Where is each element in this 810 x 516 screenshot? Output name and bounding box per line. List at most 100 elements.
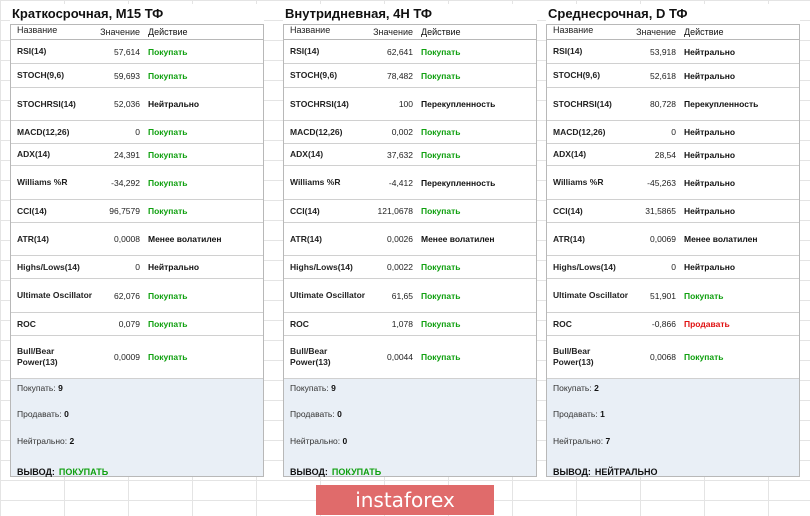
- indicator-value: 52,618: [650, 70, 676, 81]
- indicator-value: 0,0068: [650, 352, 676, 362]
- table-row: ROC -0,866 Продавать: [547, 313, 799, 336]
- table-row: MACD(12,26) 0,002 Покупать: [284, 121, 536, 144]
- indicator-action: Нейтрально: [684, 262, 736, 272]
- table-row: STOCH(9,6) 52,618 Нейтрально: [547, 64, 799, 88]
- indicator-value: 53,918: [650, 46, 676, 57]
- indicator-action: Нейтрально: [684, 127, 736, 137]
- table-row: STOCHRSI(14) 80,728 Перекупленность: [547, 88, 799, 121]
- indicator-action: Покупать: [148, 46, 188, 57]
- table-row: Highs/Lows(14) 0 Нейтрально: [547, 256, 799, 279]
- indicator-action: Покупать: [148, 70, 188, 81]
- indicator-value: 1,078: [391, 319, 413, 329]
- indicator-value: 37,632: [387, 149, 413, 160]
- table-row: STOCHRSI(14) 52,036 Нейтрально: [11, 88, 263, 121]
- indicator-value: 0,002: [391, 127, 413, 137]
- indicator-action: Покупать: [421, 352, 461, 362]
- indicator-action: Нейтрально: [684, 149, 736, 160]
- indicator-name: STOCH(9,6): [553, 70, 601, 80]
- indicator-value: 0: [135, 127, 140, 137]
- indicator-value: 31,5865: [645, 206, 676, 216]
- indicator-action: Покупать: [684, 290, 724, 301]
- summary-buy: Покупать: 2: [553, 383, 599, 393]
- summary-sell-label: Продавать:: [17, 409, 62, 419]
- header-action: Действие: [148, 27, 188, 37]
- indicator-value: 80,728: [650, 99, 676, 109]
- summary-neutral: Нейтрально: 7: [553, 436, 610, 446]
- verdict: ВЫВОД: ПОКУПАТЬ: [290, 467, 381, 477]
- table-row: Ultimate Oscillator 51,901 Покупать: [547, 279, 799, 313]
- table-row: STOCHRSI(14) 100 Перекупленность: [284, 88, 536, 121]
- indicator-action: Нейтрально: [684, 70, 736, 81]
- summary-neutral-label: Нейтрально:: [553, 436, 604, 446]
- indicator-name: ATR(14): [17, 233, 49, 244]
- summary-buy-count: 2: [594, 383, 599, 393]
- table-header: Название Значение Действие: [547, 25, 799, 40]
- indicator-action: Перекупленность: [421, 99, 496, 109]
- summary-buy-count: 9: [331, 383, 336, 393]
- indicator-name: Bull/Bear Power(13): [290, 346, 331, 367]
- panel-title: Среднесрочная, D ТФ: [546, 4, 800, 24]
- indicator-value: 61,65: [391, 290, 413, 301]
- table-row: MACD(12,26) 0 Нейтрально: [547, 121, 799, 144]
- table-row: CCI(14) 121,0678 Покупать: [284, 200, 536, 223]
- indicator-name: ADX(14): [553, 149, 587, 159]
- indicator-value: 59,693: [114, 70, 140, 81]
- table-row: ADX(14) 24,391 Покупать: [11, 144, 263, 166]
- indicator-action: Нейтрально: [148, 99, 200, 109]
- verdict-label: ВЫВОД:: [553, 467, 591, 477]
- summary-buy-label: Покупать:: [290, 383, 329, 393]
- verdict-value: ПОКУПАТЬ: [331, 467, 382, 477]
- indicator-name: CCI(14): [553, 205, 583, 216]
- indicator-action: Менее волатилен: [421, 234, 495, 244]
- summary-block: Покупать: 2 Продавать: 1 Нейтрально: 7 ВЫВО…: [547, 379, 799, 477]
- indicator-action: Покупать: [684, 352, 724, 362]
- indicator-name: STOCHRSI(14): [290, 98, 349, 109]
- indicator-value: 0: [135, 262, 140, 272]
- table-row: Highs/Lows(14) 0 Нейтрально: [11, 256, 263, 279]
- summary-block: Покупать: 9 Продавать: 0 Нейтрально: 2 ВЫВО…: [11, 379, 263, 477]
- indicator-action: Менее волатилен: [148, 234, 222, 244]
- indicator-table: Название Значение Действие RSI(14) 53,918 Ней…: [546, 24, 800, 477]
- indicator-action: Нейтрально: [148, 262, 200, 272]
- indicator-name: ADX(14): [290, 149, 324, 159]
- summary-sell-count: 0: [337, 409, 342, 419]
- header-action: Действие: [684, 27, 724, 37]
- indicator-name: Bull/Bear Power(13): [17, 346, 58, 367]
- table-row: Williams %R -4,412 Перекупленность: [284, 166, 536, 200]
- summary-neutral-count: 7: [605, 436, 611, 446]
- header-name: Название: [553, 25, 594, 35]
- summary-buy-count: 9: [58, 383, 63, 393]
- summary-sell-count: 0: [64, 409, 69, 419]
- header-value: Значение: [636, 27, 676, 37]
- summary-neutral-label: Нейтрально:: [17, 436, 68, 446]
- indicator-action: Нейтрально: [684, 206, 736, 216]
- header-value: Значение: [100, 27, 140, 37]
- indicator-name: MACD(12,26): [17, 126, 70, 137]
- header-value: Значение: [373, 27, 413, 37]
- indicator-name: Williams %R: [290, 177, 341, 187]
- indicator-action: Покупать: [148, 352, 188, 362]
- verdict-value: НЕЙТРАЛЬНО: [594, 467, 658, 477]
- indicator-name: ADX(14): [17, 149, 51, 159]
- table-row: Highs/Lows(14) 0,0022 Покупать: [284, 256, 536, 279]
- indicator-value: 96,7579: [109, 206, 140, 216]
- summary-sell: Продавать: 1: [553, 409, 605, 419]
- indicator-name: Ultimate Oscillator: [553, 290, 629, 300]
- table-row: Ultimate Oscillator 61,65 Покупать: [284, 279, 536, 313]
- indicator-name: Ultimate Oscillator: [290, 290, 366, 300]
- header-name: Название: [290, 25, 331, 35]
- table-row: ATR(14) 0,0069 Менее волатилен: [547, 223, 799, 256]
- indicator-panel: Внутридневная, 4H ТФ Название Значение Дейс…: [283, 4, 537, 477]
- indicator-action: Покупать: [148, 149, 188, 160]
- summary-buy: Покупать: 9: [17, 383, 63, 393]
- indicator-value: 121,0678: [377, 206, 413, 216]
- header-name: Название: [17, 25, 58, 35]
- indicator-name: ATR(14): [553, 233, 585, 244]
- indicator-value: -45,263: [647, 177, 676, 188]
- indicator-value: 100: [398, 99, 413, 109]
- indicator-value: 57,614: [114, 46, 140, 57]
- table-row: STOCH(9,6) 59,693 Покупать: [11, 64, 263, 88]
- indicator-name: STOCHRSI(14): [17, 98, 76, 109]
- indicator-value: 0,0069: [650, 234, 676, 244]
- table-row: CCI(14) 31,5865 Нейтрально: [547, 200, 799, 223]
